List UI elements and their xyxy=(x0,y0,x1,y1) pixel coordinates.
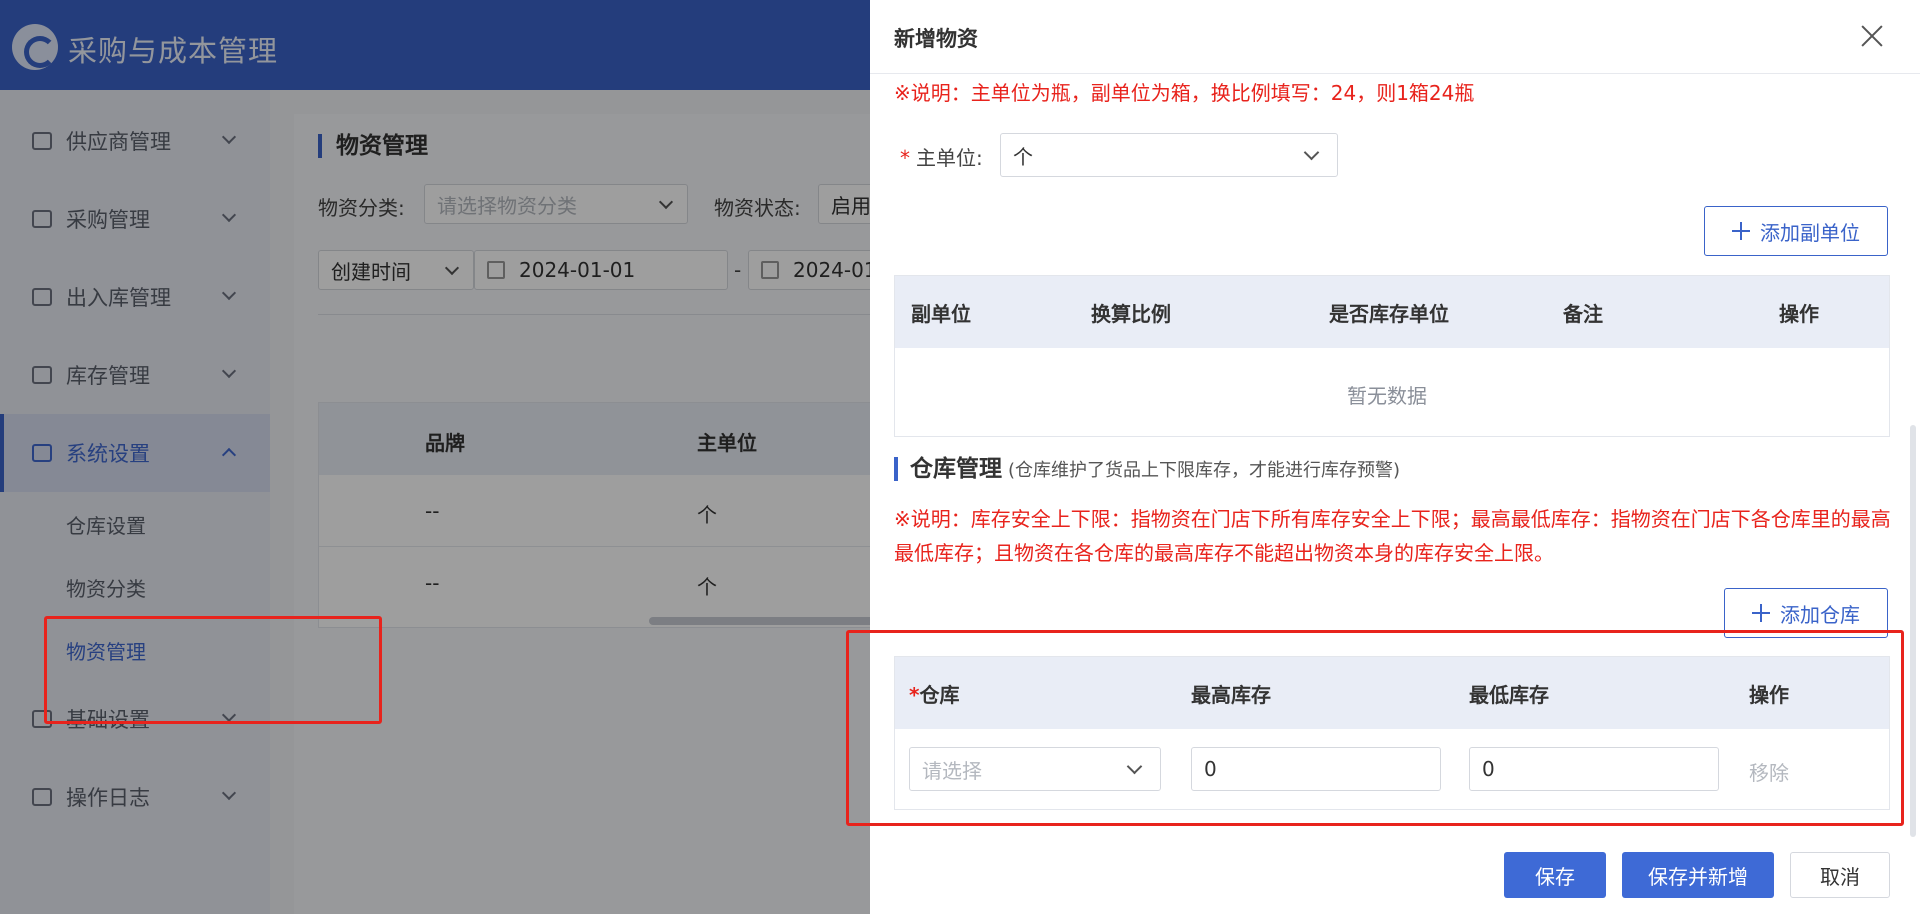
chevron-down-icon xyxy=(1303,144,1320,161)
main-unit-value: 个 xyxy=(1013,144,1033,169)
required-mark: * xyxy=(900,146,910,170)
cancel-button[interactable]: 取消 xyxy=(1790,852,1890,898)
column-header-sub-unit: 副单位 xyxy=(911,302,971,326)
plus-icon xyxy=(1732,222,1750,240)
main-unit-select[interactable]: 个 xyxy=(1000,133,1338,177)
column-header-actions: 操作 xyxy=(1779,302,1819,326)
close-icon[interactable] xyxy=(1858,22,1886,50)
plus-icon xyxy=(1752,604,1770,622)
save-and-new-button[interactable]: 保存并新增 xyxy=(1622,852,1774,898)
warehouse-section-header: 仓库管理 (仓库维护了货品上下限库存，才能进行库存预警) xyxy=(894,456,1400,482)
drawer-header: 新增物资 xyxy=(870,0,1920,74)
warehouse-section-hint: (仓库维护了货品上下限库存，才能进行库存预警) xyxy=(1008,460,1401,481)
add-sub-unit-button[interactable]: 添加副单位 xyxy=(1704,206,1888,256)
vertical-scrollbar[interactable] xyxy=(1910,425,1916,837)
column-header-remark: 备注 xyxy=(1563,302,1603,326)
column-header-ratio: 换算比例 xyxy=(1091,302,1171,326)
annotation-highlight-box xyxy=(44,616,382,724)
empty-state-text: 暂无数据 xyxy=(1347,384,1427,408)
add-warehouse-label: 添加仓库 xyxy=(1780,602,1860,627)
save-button[interactable]: 保存 xyxy=(1504,852,1606,898)
column-header-is-stock-unit: 是否库存单位 xyxy=(1329,302,1449,326)
warehouse-section-title: 仓库管理 xyxy=(894,457,1002,481)
unit-note: ※说明：主单位为瓶，副单位为箱，换比例填写：24，则1箱24瓶 xyxy=(894,81,1475,105)
sub-unit-table: 副单位 换算比例 是否库存单位 备注 操作 暂无数据 xyxy=(894,275,1890,437)
drawer-title: 新增物资 xyxy=(894,27,978,51)
add-sub-unit-label: 添加副单位 xyxy=(1760,220,1860,245)
main-unit-label: * 主单位: xyxy=(900,142,983,171)
annotation-highlight-box xyxy=(846,630,1904,826)
main-unit-label-text: 主单位: xyxy=(916,146,983,170)
warehouse-note: ※说明：库存安全上下限：指物资在门店下所有库存安全上下限；最高最低库存：指物资在… xyxy=(894,507,1891,565)
modal-overlay[interactable] xyxy=(0,0,870,914)
